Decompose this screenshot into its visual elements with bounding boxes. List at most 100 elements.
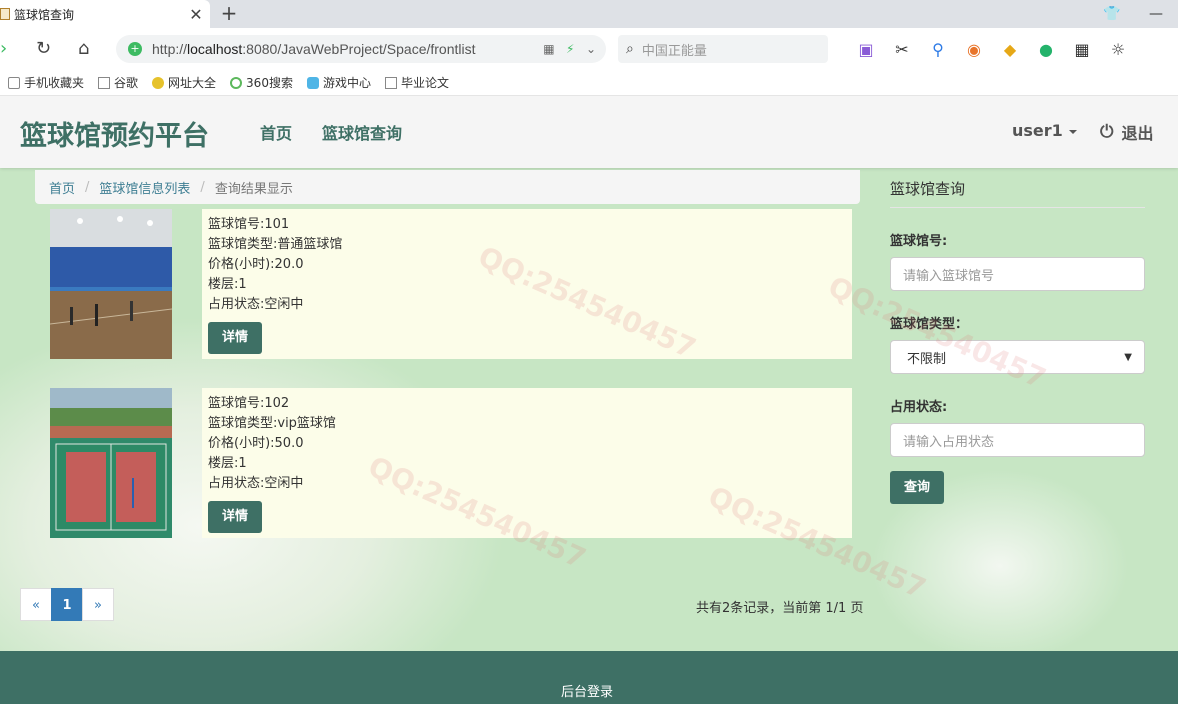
skin-icon[interactable]: 👕 [1090,6,1134,22]
detail-button[interactable]: 详情 [208,501,262,533]
secure-icon: + [128,42,142,56]
browser-search-box[interactable]: ⌕ 中国正能量 [618,35,828,63]
page-favicon-icon [0,8,10,20]
admin-login-link[interactable]: 后台登录 [561,681,613,700]
venue-status: 占用状态:空闲中 [208,476,304,491]
extension-icons: ▣ ✂ ⚲ ◉ ◆ ● ▦ ☼ [848,28,1136,70]
venue-number: 篮球馆号:102 [208,396,290,411]
breadcrumb-separator: / [85,179,90,195]
bookmark-item[interactable]: 谷歌 [98,74,138,91]
venue-floor: 楼层:1 [208,277,247,292]
site-nav: 首页 篮球馆查询 [260,96,432,168]
bookmark-item[interactable]: 手机收藏夹 [8,74,84,91]
bookmark-item[interactable]: 毕业论文 [384,74,449,91]
site-footer: 后台登录 [0,651,1178,704]
settings-icon[interactable]: ☼ [1100,40,1136,59]
bookmark-item[interactable]: 游戏中心 [306,74,371,91]
venue-number-label: 篮球馆号: [890,234,948,249]
logout-button[interactable]: ⏻ 退出 [1100,120,1153,144]
scissors-icon[interactable]: ✂ [884,40,920,59]
bookmarks-bar: 手机收藏夹 谷歌 网址大全 360搜索 游戏中心 毕业论文 [0,70,1178,96]
bookmark-label: 网址大全 [168,76,217,90]
window-controls: 👕 — [1090,0,1178,28]
venue-number: 篮球馆号:101 [208,217,290,232]
translate-icon[interactable]: ▣ [848,40,884,59]
venue-card: 篮球馆号:102 篮球馆类型:vip篮球馆 价格(小时):50.0 楼层:1 占… [50,388,852,538]
venue-number-placeholder: 请输入篮球馆号 [903,268,995,284]
username: user1 [1012,121,1063,140]
search-panel-title: 篮球馆查询 [890,168,1145,208]
magnifier-icon[interactable]: ⚲ [920,40,956,59]
url-scheme: http:// [152,41,188,57]
prev-page-button[interactable]: « [20,588,52,621]
forward-icon[interactable]: › [0,28,7,70]
site-header: 篮球馆预约平台 首页 篮球馆查询 user1 ⏻ 退出 [0,96,1178,168]
nav-home[interactable]: 首页 [260,120,292,144]
venue-info: 篮球馆号:102 篮球馆类型:vip篮球馆 价格(小时):50.0 楼层:1 占… [202,388,852,538]
power-icon: ⏻ [1100,122,1114,142]
shield-icon[interactable]: ◆ [992,40,1028,59]
pagination: « 1 » [20,588,114,621]
nav-venue-search[interactable]: 篮球馆查询 [322,120,402,144]
url-path: :8080/JavaWebProject/Space/frontlist [242,41,476,57]
bookmark-item[interactable]: 360搜索 [230,74,293,91]
caret-down-icon [1068,129,1077,134]
chevron-down-icon: ▼ [1124,351,1132,363]
lightning-icon[interactable]: ⚡ [566,42,574,56]
detail-button[interactable]: 详情 [208,322,262,354]
venue-type-select[interactable]: 不限制 ▼ [890,340,1145,374]
bookmark-label: 游戏中心 [322,76,371,90]
bookmark-label: 360搜索 [246,76,293,90]
bookmark-label: 谷歌 [114,76,139,90]
bookmark-label: 毕业论文 [400,76,449,90]
venue-type-label: 篮球馆类型： [890,317,969,332]
site-brand[interactable]: 篮球馆预约平台 [20,114,209,153]
search-panel: 篮球馆查询 篮球馆号: 请输入篮球馆号 篮球馆类型： 不限制 ▼ 占用状态: 请输… [890,168,1145,504]
venue-type-selected: 不限制 [907,351,947,367]
next-page-button[interactable]: » [82,588,114,621]
pagination-summary: 共有2条记录，当前第 1/1 页 [696,601,864,616]
page-icon [384,76,397,89]
url-host: localhost [187,41,243,57]
breadcrumb-list[interactable]: 篮球馆信息列表 [99,178,190,197]
bookmark-item[interactable]: 网址大全 [152,74,216,91]
address-bar-icons: ▦ ⚡ ⌄ [543,35,596,63]
address-bar[interactable]: + http://localhost:8080/JavaWebProject/S… [116,35,606,63]
status-input[interactable]: 请输入占用状态 [890,423,1145,457]
venue-status: 占用状态:空闲中 [208,297,304,312]
qr-icon[interactable]: ▦ [543,42,554,56]
status-label: 占用状态: [890,400,948,415]
breadcrumb-home[interactable]: 首页 [49,178,75,197]
bookmark-label: 手机收藏夹 [24,76,85,90]
venue-floor: 楼层:1 [208,456,247,471]
venue-type: 篮球馆类型:普通篮球馆 [208,237,343,252]
gamepad-icon[interactable]: ◉ [956,40,992,59]
chevron-down-icon[interactable]: ⌄ [586,42,596,56]
venue-photo[interactable] [50,388,172,538]
venue-price: 价格(小时):20.0 [208,257,304,272]
browser-tab[interactable]: 篮球馆查询 ✕ [0,0,210,28]
venue-price: 价格(小时):50.0 [208,436,304,451]
search360-icon [230,76,243,89]
page-1-button[interactable]: 1 [51,588,83,621]
logout-label: 退出 [1121,124,1154,143]
apps-grid-icon[interactable]: ▦ [1064,40,1100,59]
reload-icon[interactable]: ↻ [36,28,51,70]
extension-green-icon[interactable]: ● [1028,40,1064,59]
minimize-icon[interactable]: — [1134,6,1178,22]
breadcrumb-current: 查询结果显示 [214,181,293,197]
close-tab-icon[interactable]: ✕ [186,5,206,24]
folder-icon [8,76,20,89]
search-icon: ⌕ [626,41,634,57]
venue-number-input[interactable]: 请输入篮球馆号 [890,257,1145,291]
query-button[interactable]: 查询 [890,471,944,504]
browser-toolbar: › ↻ ⌂ + http://localhost:8080/JavaWebPro… [0,28,1178,70]
breadcrumb: 首页 / 篮球馆信息列表 / 查询结果显示 [35,170,860,204]
user-menu[interactable]: user1 [1012,121,1077,140]
home-icon[interactable]: ⌂ [78,28,89,70]
venue-photo[interactable] [50,209,172,359]
new-tab-button[interactable]: + [218,2,240,24]
tab-title: 篮球馆查询 [14,7,75,22]
venue-info: 篮球馆号:101 篮球馆类型:普通篮球馆 价格(小时):20.0 楼层:1 占用… [202,209,852,359]
puzzle-icon [306,76,319,89]
